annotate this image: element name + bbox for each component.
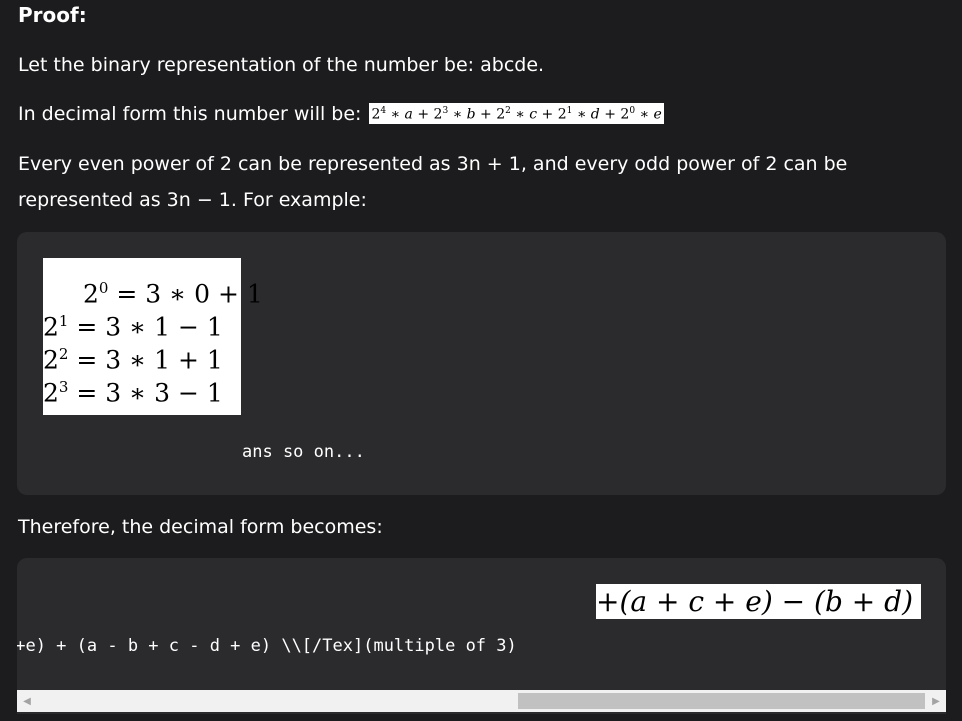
paragraph-decimal-form: In decimal form this number will be: 24 ∗… — [18, 96, 918, 132]
paragraph-binary-representation: Let the binary representation of the num… — [18, 54, 545, 76]
inline-math-expression: 24 ∗ a + 23 ∗ b + 22 ∗ c + 21 ∗ d + 20 ∗… — [369, 103, 664, 124]
page: Proof: Let the binary representation of … — [0, 0, 962, 721]
decimal-form-text: In decimal form this number will be: — [18, 103, 362, 125]
code-block-decimal-form[interactable]: +(a + c + e) − (b + d) d+e) + (a - b + c… — [17, 558, 946, 714]
scrollbar-thumb[interactable] — [518, 693, 925, 709]
scroll-left-arrow-icon[interactable]: ◀ — [19, 690, 35, 712]
proof-heading: Proof: — [18, 3, 87, 27]
equation-line: 23 = 3 ∗ 3 − 1 — [43, 378, 223, 408]
paragraph-therefore: Therefore, the decimal form becomes: — [18, 516, 383, 538]
and-so-on-text: ans so on... — [242, 442, 365, 462]
code-block-examples: 20 = 3 ∗ 0 + 1 21 = 3 ∗ 1 − 1 22 = 3 ∗ 1… — [17, 232, 946, 495]
paragraph-even-odd-powers: Every even power of 2 can be represented… — [18, 153, 848, 211]
grouped-equation-image: +(a + c + e) − (b + d) — [596, 584, 921, 619]
code-line: d+e) + (a - b + c - d + e) \\[/Tex](mult… — [17, 636, 517, 656]
scroll-right-arrow-icon[interactable]: ▶ — [928, 690, 944, 712]
horizontal-scrollbar[interactable]: ◀ ▶ — [17, 690, 946, 712]
power-equations-image: 20 = 3 ∗ 0 + 1 21 = 3 ∗ 1 − 1 22 = 3 ∗ 1… — [43, 258, 263, 415]
